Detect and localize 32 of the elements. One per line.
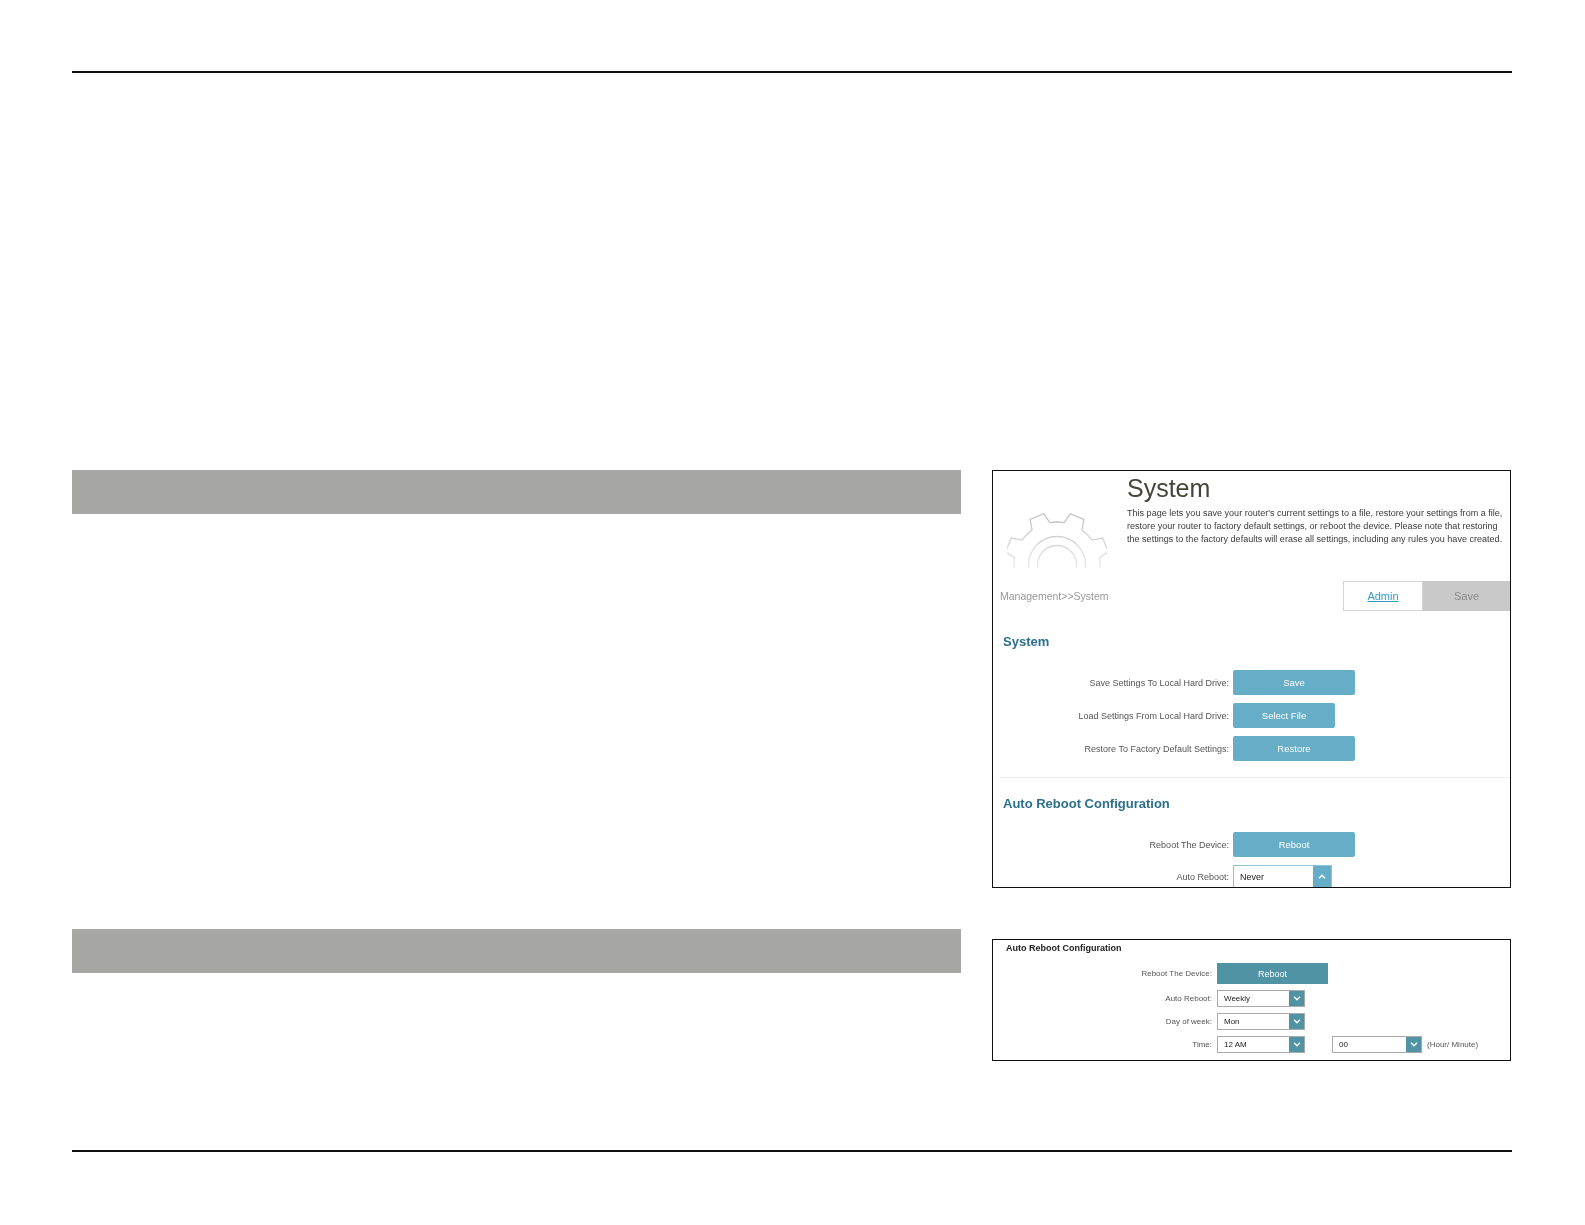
page-title: System <box>1127 474 1212 502</box>
field-hint: (Hour/ Minute) <box>1427 1040 1479 1049</box>
dropdown-field[interactable]: Mon <box>1217 1013 1305 1030</box>
action-button[interactable]: Reboot <box>1233 832 1355 857</box>
page-description: This page lets you save your router's current settings to a file, restore your settings from a file, restore your router to factory default settings, or reboot the device. Please note that restoring the settings to the factory defaults will erase all settings, including any rules you have created. <box>1127 507 1504 546</box>
file-select-button[interactable]: Select File <box>1233 703 1335 728</box>
field-label: Auto Reboot: <box>1165 994 1212 1003</box>
field-label: Reboot The Device: <box>1149 839 1229 850</box>
admin-link[interactable]: Admin <box>1343 581 1423 611</box>
dropdown-field[interactable]: Weekly <box>1217 990 1305 1007</box>
field-label: Restore To Factory Default Settings: <box>1084 743 1229 754</box>
field-label: Load Settings From Local Hard Drive: <box>1078 710 1229 721</box>
chevron-down-icon[interactable] <box>1289 991 1304 1006</box>
chevron-down-icon[interactable] <box>1289 1014 1304 1029</box>
field-label: Day of week: <box>1165 1017 1212 1026</box>
chevron-down-icon[interactable] <box>1289 1037 1304 1052</box>
dropdown-field[interactable]: 00 <box>1332 1036 1422 1053</box>
field-label: Time: <box>1192 1040 1212 1049</box>
chevron-down-icon[interactable] <box>1406 1037 1421 1052</box>
section-heading: Auto Reboot Configuration <box>1005 942 1123 954</box>
field-label: Save Settings To Local Hard Drive: <box>1089 677 1229 688</box>
field-label: Reboot The Device: <box>1141 969 1212 978</box>
action-button[interactable]: Reboot <box>1217 963 1328 984</box>
section-heading: System <box>1002 634 1051 650</box>
chevron-up-icon[interactable] <box>1313 866 1331 887</box>
section-heading: Auto Reboot Configuration <box>1002 796 1171 812</box>
breadcrumb-text: Management>>System <box>999 590 1109 602</box>
field-label: Auto Reboot: <box>1176 871 1229 882</box>
dropdown-field[interactable]: Never <box>1233 865 1332 887</box>
dropdown-field[interactable]: 12 AM <box>1217 1036 1305 1053</box>
action-button[interactable]: Restore <box>1233 736 1355 761</box>
action-button[interactable]: Save <box>1233 670 1355 695</box>
